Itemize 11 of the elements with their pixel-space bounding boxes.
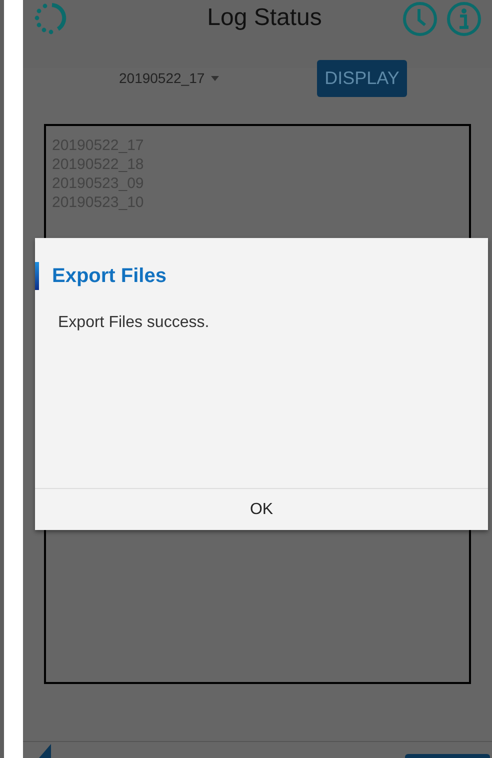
ok-button[interactable]: OK (35, 488, 488, 530)
dropdown-caret-icon (210, 76, 219, 80)
info-icon[interactable] (446, 1, 482, 37)
date-dropdown[interactable]: 20190522_17 (119, 70, 219, 86)
dialog-message: Export Files success. (58, 314, 210, 333)
dotted-ring-icon (33, 1, 67, 35)
dialog-title: Export Files (52, 264, 166, 288)
title-accent-bar (35, 262, 39, 290)
screen-title: Log Status (206, 4, 323, 32)
display-button[interactable]: DISPLAY (316, 60, 408, 96)
clock-icon[interactable] (402, 1, 438, 37)
